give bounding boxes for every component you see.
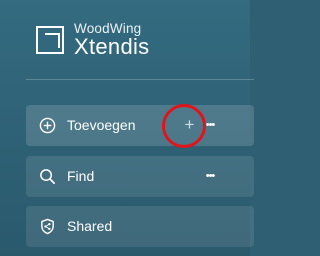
- nav-item-toevoegen[interactable]: Toevoegen + •••: [26, 105, 254, 146]
- nav-item-label: Toevoegen: [67, 117, 136, 133]
- brand-logo-icon: [36, 26, 64, 54]
- highlight-annotation-circle: [162, 104, 206, 148]
- plus-circle-icon: [39, 117, 56, 134]
- nav-item-label: Shared: [67, 218, 113, 234]
- nav-item-label: Find: [67, 168, 95, 184]
- shared-shield-icon: [41, 218, 54, 235]
- sidebar: WoodWing Xtendis Toevoegen + ••• Find ••…: [0, 0, 254, 256]
- more-options-button[interactable]: •••: [202, 168, 218, 185]
- brand-name-line1: WoodWing: [74, 20, 142, 36]
- brand-logo-text: WoodWing Xtendis: [74, 22, 149, 59]
- nav-item-find[interactable]: Find •••: [26, 156, 254, 197]
- divider: [26, 79, 254, 80]
- search-icon: [40, 169, 55, 184]
- brand-logo[interactable]: WoodWing Xtendis: [36, 18, 149, 62]
- brand-name-line2: Xtendis: [74, 34, 150, 60]
- nav-item-shared[interactable]: Shared: [26, 206, 254, 247]
